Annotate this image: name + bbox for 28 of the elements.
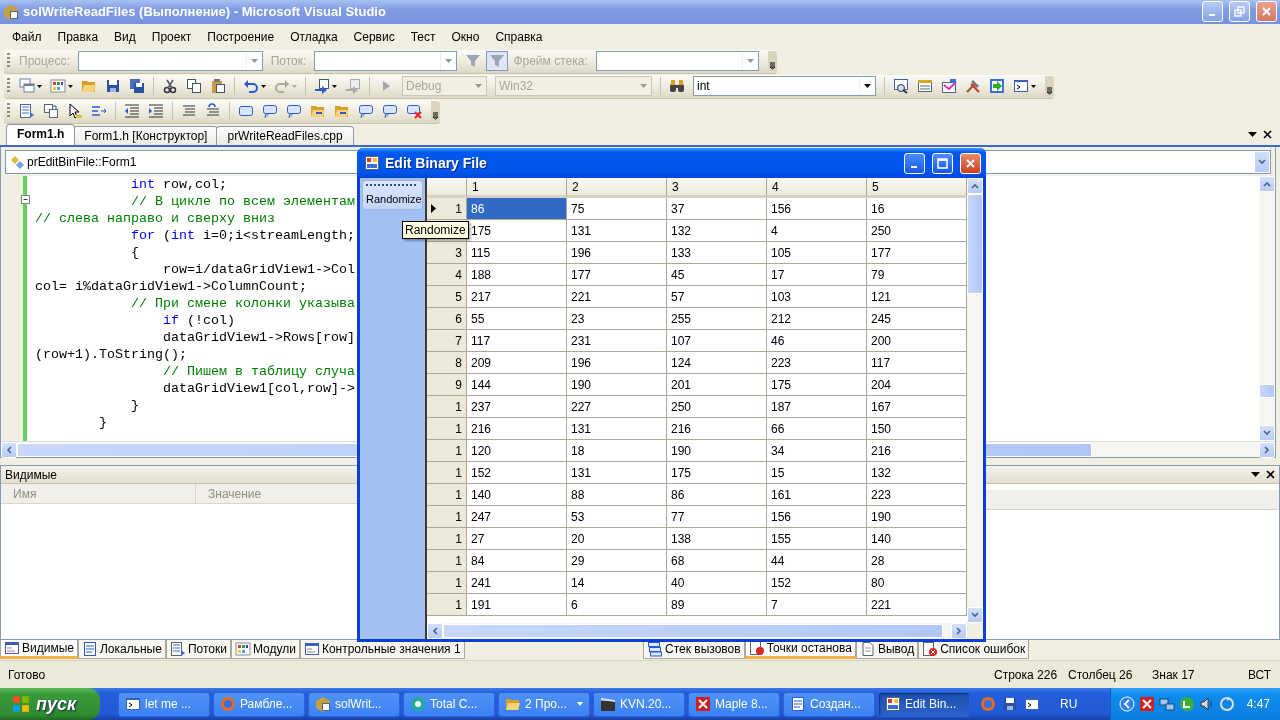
code-line: row=i/dataGridView1->Col bbox=[161, 260, 355, 278]
status-char: Знак 17 bbox=[1152, 667, 1196, 682]
code-line: dataGridView1[col,row]-> bbox=[161, 379, 355, 397]
code-line: // При смене колонки указыва bbox=[129, 294, 355, 312]
code-line: int row,col; bbox=[129, 175, 227, 193]
status-column: Столбец 26 bbox=[1068, 667, 1152, 682]
thread-label: Поток: bbox=[269, 54, 308, 69]
code-line: dataGridView1->Rows[row] bbox=[161, 328, 355, 346]
panel-title: Видимые bbox=[5, 467, 57, 482]
tooltip: Randomize bbox=[402, 221, 469, 239]
code-line: (row+1).ToString(); bbox=[35, 345, 187, 363]
status-mode: ВСТ bbox=[1248, 667, 1272, 682]
code-line: { bbox=[129, 243, 139, 261]
code-line: col= i%dataGridView1->ColumnCount; bbox=[35, 277, 307, 295]
window-title: solWriteReadFiles (Выполнение) - Microsoft Visual Studio bbox=[23, 4, 387, 20]
code-line: } bbox=[129, 396, 139, 414]
code-line: } bbox=[98, 413, 107, 431]
clock: 4:47 bbox=[1246, 697, 1270, 711]
status-line: Строка 226 bbox=[994, 667, 1059, 682]
code-line: if (!col) bbox=[161, 311, 235, 329]
code-line: // слева направо и сверху вниз bbox=[35, 209, 275, 227]
status-message: Готово bbox=[8, 667, 47, 682]
process-label: Процесс: bbox=[18, 54, 71, 69]
code-line: // Пишем в таблицу случа bbox=[161, 362, 355, 380]
code-line: for (int i=0;i<streamLength; bbox=[129, 226, 355, 244]
code-line: // В цикле по всем элементам bbox=[129, 192, 355, 210]
stack-frame-label: Фрейм стека: bbox=[512, 54, 589, 69]
dialog-title: Edit Binary File bbox=[385, 155, 488, 171]
